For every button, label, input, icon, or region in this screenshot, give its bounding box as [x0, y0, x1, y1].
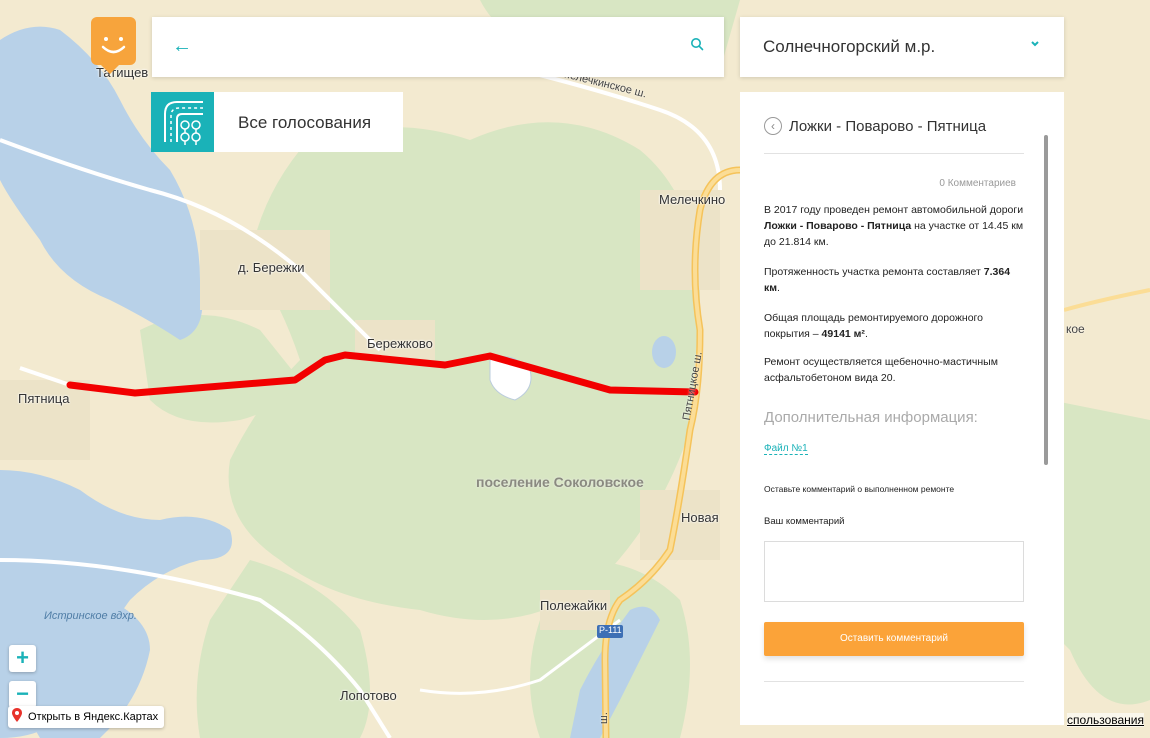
p3-text-c: .	[864, 328, 868, 340]
search-input[interactable]	[204, 32, 674, 62]
p1-text-a: В 2017 году проведен ремонт автомобильно…	[764, 204, 1024, 216]
label-pyatnitsa: Пятница	[18, 391, 70, 406]
description-paragraph-4: Ремонт осуществляется щебеночно-мастичны…	[764, 356, 998, 384]
panel-title: Ложки - Поварово - Пятница	[789, 118, 987, 135]
all-votes-button[interactable]: Все голосования	[151, 92, 403, 152]
label-berezhkovo: Бережково	[367, 336, 433, 351]
open-in-yandex-maps-button[interactable]: Открыть в Яндекс.Картах	[8, 706, 165, 728]
description-paragraph-2: Протяженность участка ремонта составляет…	[764, 264, 1024, 296]
description-paragraph-3: Общая площадь ремонтируемого дорожного п…	[764, 310, 1024, 342]
back-arrow-icon[interactable]: ←	[172, 35, 192, 58]
p3-area: 49141 м²	[821, 328, 865, 340]
file-link[interactable]: Файл №1	[764, 443, 808, 455]
label-region: поселение Соколовское	[476, 474, 644, 490]
comment-textarea[interactable]	[764, 541, 1024, 602]
description-paragraph-1: В 2017 году проведен ремонт автомобильно…	[764, 202, 1024, 250]
zoom-in-button[interactable]: +	[9, 645, 36, 672]
search-bar: ←	[152, 17, 724, 77]
divider	[764, 153, 1024, 154]
label-lopotovo: Лопотово	[340, 688, 397, 703]
divider	[764, 681, 1024, 682]
details-panel: ‹ Ложки - Поварово - Пятница 0 Комментар…	[740, 92, 1064, 725]
comments-count[interactable]: 0 Комментариев	[939, 178, 1016, 189]
p1-road-name: Ложки - Поварово - Пятница	[764, 220, 912, 232]
label-r111: Р-111	[599, 625, 622, 635]
label-reservoir: Истринское вдхр.	[44, 610, 137, 622]
submit-comment-button[interactable]: Оставить комментарий	[764, 622, 1024, 656]
label-edge-suffix: кое	[1066, 322, 1085, 336]
zoom-out-button[interactable]: −	[9, 681, 36, 708]
road-trees-icon	[151, 92, 214, 152]
your-comment-label: Ваш комментарий	[764, 516, 845, 527]
p2-text-c: .	[777, 282, 780, 294]
smiley-logo-icon[interactable]	[91, 17, 136, 74]
open-in-yandex-maps-label: Открыть в Яндекс.Картах	[28, 711, 159, 723]
label-d-berezhki: д. Бережки	[238, 260, 305, 275]
all-votes-label: Все голосования	[238, 113, 372, 132]
p3-text-a: Общая площадь ремонтируемого дорожного п…	[764, 312, 983, 340]
back-circle-icon[interactable]: ‹	[764, 117, 782, 135]
region-select[interactable]: Солнечногорский м.р.	[740, 17, 1064, 77]
map-pin-icon	[12, 707, 22, 727]
label-melechkino: Мелечкино	[659, 192, 726, 207]
chevron-down-icon	[1030, 37, 1040, 51]
additional-info-heading: Дополнительная информация:	[764, 409, 978, 426]
terms-link[interactable]: спользования	[1067, 713, 1144, 727]
panel-scrollbar[interactable]	[1044, 135, 1048, 465]
search-icon[interactable]	[690, 37, 704, 56]
label-novaya: Новая	[681, 510, 719, 525]
region-select-value: Солнечногорский м.р.	[763, 37, 936, 56]
p2-text-a: Протяженность участка ремонта составляет	[764, 266, 984, 278]
comment-hint: Оставьте комментарий о выполненном ремон…	[764, 484, 955, 494]
label-road-bottom: ш.	[597, 712, 610, 724]
label-polezhayki: Полежайки	[540, 598, 608, 613]
